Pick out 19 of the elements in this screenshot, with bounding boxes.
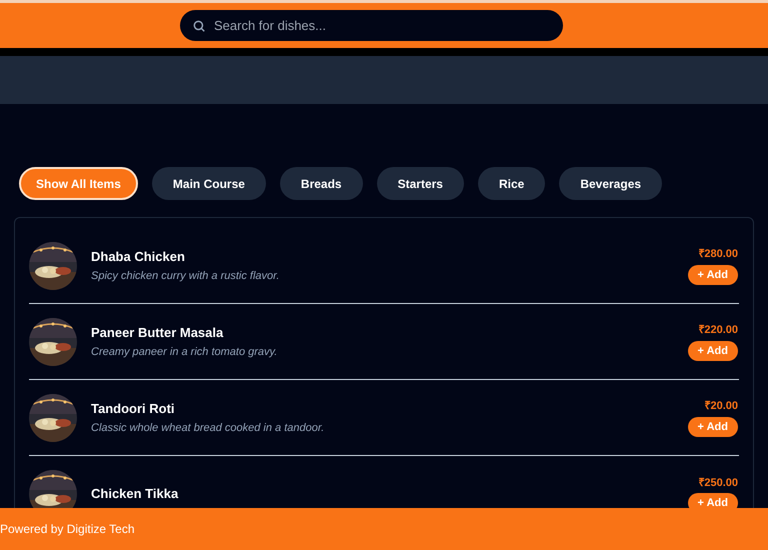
category-tab[interactable]: Main Course: [152, 167, 266, 200]
dish-name: Dhaba Chicken: [91, 248, 186, 266]
search-icon: [192, 19, 206, 33]
price: ₹280.00: [698, 247, 738, 262]
dish-name: Paneer Butter Masala: [91, 324, 224, 342]
category-tab[interactable]: Breads: [280, 167, 363, 200]
dish-description: Creamy paneer in a rich tomato gravy.: [91, 345, 278, 360]
category-tab[interactable]: Beverages: [559, 167, 662, 200]
dish-description: Classic whole wheat bread cooked in a tandoor.: [91, 421, 326, 436]
dish-name: Chicken Tikka: [91, 485, 180, 504]
dish-description: Spicy chicken curry with a rustic flavor.: [91, 269, 280, 284]
price: ₹250.00: [698, 476, 738, 491]
category-tab[interactable]: Rice: [478, 167, 546, 200]
price: ₹20.00: [704, 399, 738, 414]
category-tab[interactable]: Starters: [376, 167, 464, 200]
price: ₹220.00: [698, 323, 738, 338]
dish-name: Tandoori Roti: [91, 400, 176, 418]
footer-text: Powered by Digitize Tech: [0, 521, 135, 538]
search-field[interactable]: Search for dishes...: [180, 10, 563, 41]
